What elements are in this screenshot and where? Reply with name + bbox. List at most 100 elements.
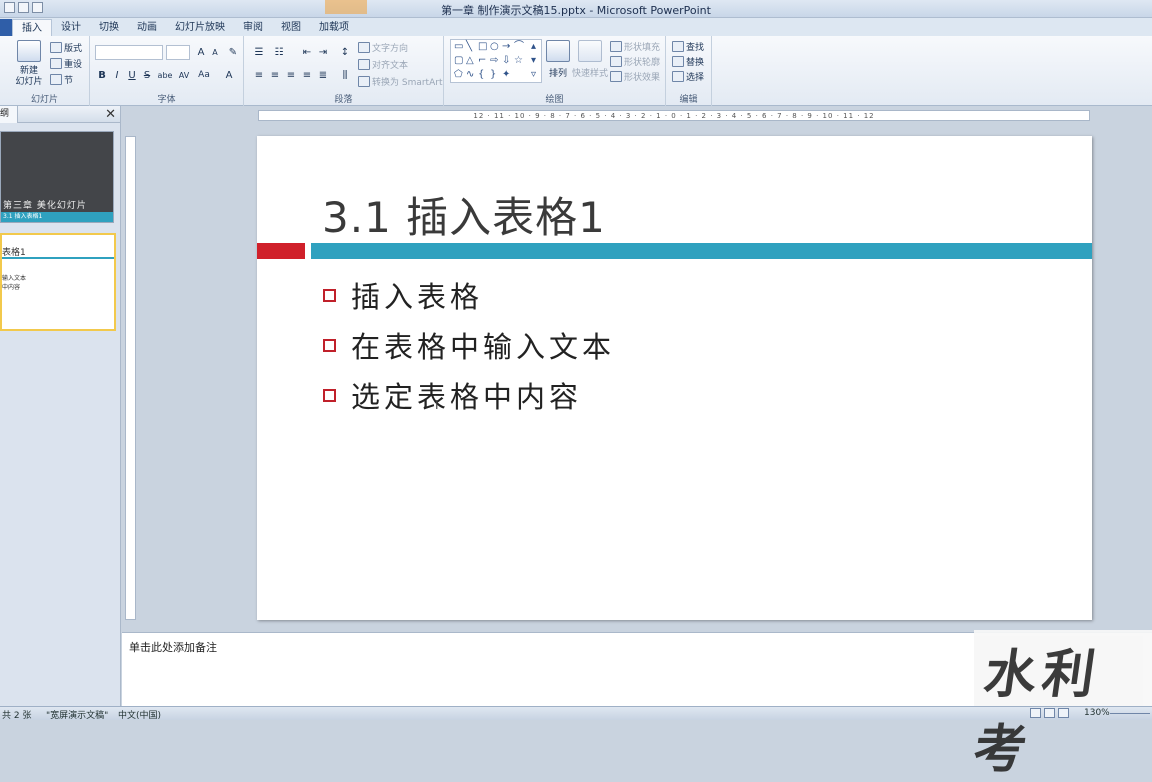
- font-group-label: 字体: [157, 95, 176, 105]
- new-slide-button[interactable]: 新建 幻灯片: [14, 40, 44, 88]
- title-bar: 第一章 制作演示文稿15.pptx - Microsoft PowerPoint: [0, 0, 1152, 18]
- replace-button[interactable]: 替换: [672, 55, 704, 68]
- normal-view-icon[interactable]: [1030, 708, 1041, 718]
- align-text-button[interactable]: 对齐文本: [358, 58, 408, 71]
- zoom-slider[interactable]: [1110, 713, 1150, 714]
- shape-oval-icon[interactable]: ○: [490, 42, 499, 52]
- section-button[interactable]: 节: [50, 73, 73, 86]
- slides-panel: 纲 ✕ 第三章 美化幻灯片 3.1 插入表格1 表格1 输入文本 中内容: [0, 106, 121, 706]
- shape-triangle-icon[interactable]: △: [466, 56, 474, 66]
- reading-view-icon[interactable]: [1058, 708, 1069, 718]
- font-color-button[interactable]: A: [222, 69, 236, 82]
- quick-styles-button[interactable]: 快速样式: [572, 40, 608, 79]
- tab-review[interactable]: 审阅: [234, 19, 272, 36]
- fill-icon: [610, 41, 622, 52]
- gallery-more-icon[interactable]: ▿: [531, 70, 536, 80]
- shape-star4-icon[interactable]: ✦: [502, 70, 510, 80]
- smartart-icon: [358, 76, 370, 87]
- thumb2-line: 中内容: [2, 284, 21, 291]
- shadow-button[interactable]: abe: [156, 69, 174, 82]
- strike-button[interactable]: S: [140, 69, 154, 82]
- slide-thumbnail-2[interactable]: 表格1 输入文本 中内容: [0, 233, 116, 331]
- align-center-icon[interactable]: ≡: [268, 69, 282, 82]
- smartart-button[interactable]: 转换为 SmartArt: [358, 75, 442, 88]
- shape-brace-left-icon[interactable]: {: [478, 70, 484, 80]
- decrease-indent-icon[interactable]: ⇤: [300, 46, 314, 59]
- sorter-view-icon[interactable]: [1044, 708, 1055, 718]
- tab-file[interactable]: [0, 19, 12, 36]
- align-right-icon[interactable]: ≡: [284, 69, 298, 82]
- slide-canvas[interactable]: 3.1 插入表格1 插入表格 在表格中输入文本 选定表格中内容 Ι: [257, 136, 1092, 620]
- shape-effects-button[interactable]: 形状效果: [610, 70, 660, 83]
- layout-button[interactable]: 版式: [50, 41, 82, 54]
- select-button[interactable]: 选择: [672, 70, 704, 83]
- drawing-group: ▭ ╲ □ ○ → ⌒ ▢ △ ⌐ ⇨ ⇩ ☆ ⬠ ∿ { } ✦ ▴ ▾ ▿ …: [444, 36, 666, 106]
- line-spacing-icon[interactable]: ↕: [338, 46, 352, 59]
- shape-outline-button[interactable]: 形状轮廓: [610, 55, 660, 68]
- notes-placeholder[interactable]: 单击此处添加备注: [129, 639, 217, 655]
- gallery-scroll-up-icon[interactable]: ▴: [531, 42, 536, 52]
- align-text-icon: [358, 59, 370, 70]
- shape-textbox-icon[interactable]: ▭: [454, 42, 463, 52]
- shrink-font-button[interactable]: A: [208, 46, 222, 59]
- slide-thumbnail-1[interactable]: 第三章 美化幻灯片 3.1 插入表格1: [0, 131, 114, 223]
- tab-insert[interactable]: 插入: [12, 19, 52, 36]
- text-direction-button[interactable]: 文字方向: [358, 41, 408, 54]
- align-left-icon[interactable]: ≡: [252, 69, 266, 82]
- grow-font-button[interactable]: A: [194, 46, 208, 59]
- thumb2-bar: [2, 257, 114, 259]
- drawing-group-label: 绘图: [545, 95, 564, 105]
- columns-icon[interactable]: ⫼: [338, 69, 352, 82]
- theme-name[interactable]: "宽屏演示文稿": [46, 708, 108, 721]
- justify-icon[interactable]: ≡: [300, 69, 314, 82]
- font-size-combo[interactable]: [166, 45, 190, 60]
- tab-slideshow[interactable]: 幻灯片放映: [166, 19, 234, 36]
- outline-tab[interactable]: 纲: [0, 106, 18, 123]
- arrange-button[interactable]: 排列: [546, 40, 570, 79]
- bullet-item[interactable]: 选定表格中内容: [323, 374, 582, 416]
- change-case-button[interactable]: Aa: [196, 69, 212, 82]
- zoom-level[interactable]: 130%: [1084, 708, 1110, 718]
- shape-elbow-icon[interactable]: ⌐: [478, 56, 486, 66]
- italic-button[interactable]: I: [110, 69, 124, 82]
- shape-arrow-icon[interactable]: →: [502, 42, 510, 52]
- tab-view[interactable]: 视图: [272, 19, 310, 36]
- bullets-icon[interactable]: ☰: [252, 46, 266, 59]
- slide-title[interactable]: 3.1 插入表格1: [322, 184, 606, 245]
- underline-button[interactable]: U: [125, 69, 139, 82]
- status-bar: 共 2 张 "宽屏演示文稿" 中文(中国) 130%: [0, 706, 1152, 721]
- watermark-logo: 水利考: [970, 630, 1152, 780]
- tab-design[interactable]: 设计: [52, 19, 90, 36]
- tab-transitions[interactable]: 切换: [90, 19, 128, 36]
- numbering-icon[interactable]: ☷: [272, 46, 286, 59]
- shape-fill-button[interactable]: 形状填充: [610, 40, 660, 53]
- distribute-icon[interactable]: ≣: [316, 69, 330, 82]
- clear-format-icon[interactable]: ✎: [226, 46, 240, 59]
- ribbon: 新建 幻灯片 版式 重设 节 幻灯片 A A ✎ B I U S abe AV …: [0, 36, 1152, 106]
- shape-rightarrow-icon[interactable]: ⇨: [490, 56, 498, 66]
- bullet-item[interactable]: 插入表格: [323, 274, 483, 316]
- char-spacing-button[interactable]: AV: [176, 69, 192, 82]
- bullet-item[interactable]: 在表格中输入文本: [323, 324, 615, 366]
- find-button[interactable]: 查找: [672, 40, 704, 53]
- shape-roundrect-icon[interactable]: ▢: [454, 56, 463, 66]
- shape-downarrow-icon[interactable]: ⇩: [502, 56, 510, 66]
- tab-addins[interactable]: 加载项: [310, 19, 358, 36]
- shape-star-icon[interactable]: ☆: [514, 56, 523, 66]
- shape-brace-right-icon[interactable]: }: [490, 70, 496, 80]
- shape-line-icon[interactable]: ╲: [466, 42, 472, 52]
- bold-button[interactable]: B: [95, 69, 109, 82]
- shape-pentagon-icon[interactable]: ⬠: [454, 70, 463, 80]
- increase-indent-icon[interactable]: ⇥: [316, 46, 330, 59]
- shape-curve-icon[interactable]: ⌒: [514, 42, 524, 52]
- font-name-combo[interactable]: [95, 45, 163, 60]
- shape-wave-icon[interactable]: ∿: [466, 70, 474, 80]
- gallery-scroll-down-icon[interactable]: ▾: [531, 56, 536, 66]
- language[interactable]: 中文(中国): [118, 708, 161, 721]
- reset-button[interactable]: 重设: [50, 57, 82, 70]
- tab-animations[interactable]: 动画: [128, 19, 166, 36]
- shapes-gallery[interactable]: ▭ ╲ □ ○ → ⌒ ▢ △ ⌐ ⇨ ⇩ ☆ ⬠ ∿ { } ✦ ▴ ▾ ▿: [450, 39, 542, 83]
- close-icon[interactable]: ✕: [105, 107, 116, 122]
- title-accent-red: [257, 243, 305, 259]
- shape-rect-icon[interactable]: □: [478, 42, 487, 52]
